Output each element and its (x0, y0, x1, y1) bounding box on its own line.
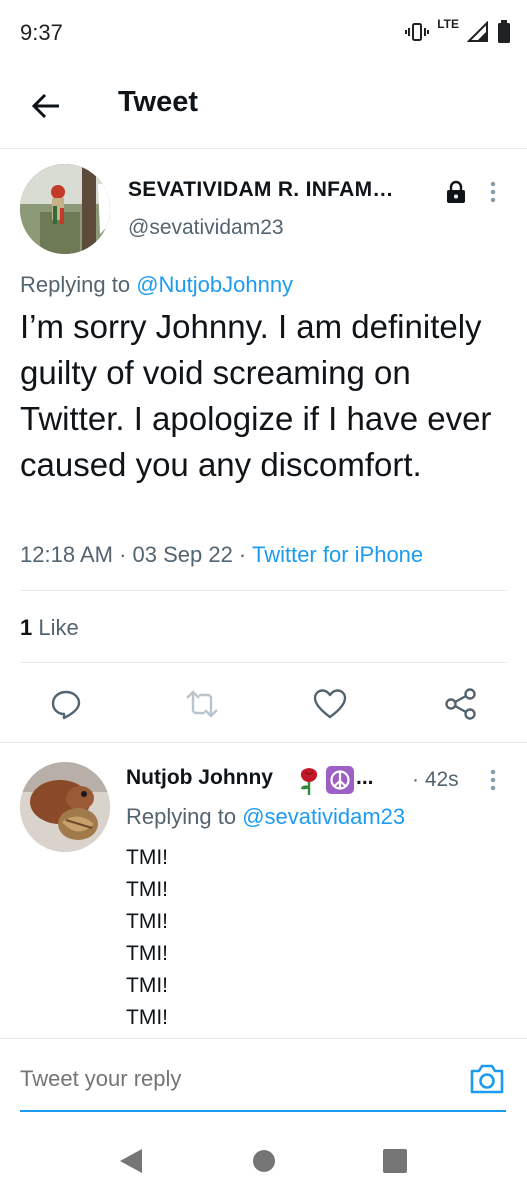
composer-underline (20, 1110, 506, 1112)
reply-timestamp: · 42s (412, 768, 459, 791)
reply-text-line: TMI! (126, 910, 168, 933)
retweet-icon (186, 690, 218, 718)
battery-icon (497, 20, 511, 44)
author-handle[interactable]: @sevatividam23 (128, 216, 284, 240)
camera-button[interactable] (468, 1062, 506, 1096)
tweet-text: I’m sorry Johnny. I am definitely guilty… (20, 308, 492, 483)
replying-to-label: Replying to (126, 804, 243, 829)
signal-icon (467, 21, 489, 43)
back-arrow-icon (31, 93, 59, 119)
reply-text: TMI! TMI! TMI! TMI! TMI! TMI! (126, 842, 168, 1034)
likes-divider (20, 662, 507, 663)
square-recents-icon (383, 1149, 407, 1173)
likes-label: Like (32, 615, 79, 640)
reply-author-avatar[interactable] (20, 762, 110, 852)
reply-text-line: TMI! (126, 942, 168, 965)
reply-input[interactable] (20, 1066, 440, 1092)
tweet-meta: 12:18 AM · 03 Sep 22 · Twitter for iPhon… (20, 542, 423, 568)
reply-text-line: TMI! (126, 974, 168, 997)
rose-emoji-icon (296, 766, 322, 801)
more-vertical-icon (490, 769, 496, 791)
composer-divider (0, 1038, 527, 1039)
meta-divider (20, 590, 507, 591)
reply-button[interactable] (48, 686, 84, 722)
tweet-source-link[interactable]: Twitter for iPhone (252, 542, 423, 567)
reply-text-line: TMI! (126, 878, 168, 901)
status-time: 9:37 (20, 20, 63, 45)
reply-replying-to: Replying to @sevatividam23 (126, 804, 405, 830)
share-button[interactable] (443, 686, 479, 722)
reply-composer (0, 1040, 527, 1114)
status-icons: LTE (405, 16, 511, 48)
page-title: Tweet (118, 86, 199, 118)
author-name[interactable]: SEVATIVIDAM R. INFAM… (128, 178, 394, 202)
reply-author-name[interactable]: Nutjob Johnny (126, 766, 273, 790)
back-button[interactable] (26, 86, 66, 126)
replying-to-mention[interactable]: @NutjobJohnny (136, 272, 293, 297)
nav-back-button[interactable] (116, 1146, 146, 1176)
likes-row[interactable]: 1 Like (20, 615, 79, 641)
header-divider (0, 148, 527, 149)
camera-icon (470, 1064, 504, 1094)
network-label: LTE (437, 17, 459, 31)
actions-divider (0, 742, 527, 743)
retweet-button[interactable] (184, 686, 220, 722)
lock-icon (444, 180, 468, 209)
system-nav-bar (0, 1120, 527, 1200)
author-avatar[interactable] (20, 164, 110, 254)
more-vertical-icon (490, 181, 496, 203)
nav-recents-button[interactable] (380, 1146, 410, 1176)
avatar-image (20, 762, 110, 852)
replying-to: Replying to @NutjobJohnny (20, 272, 293, 298)
like-button[interactable] (312, 686, 348, 722)
status-bar: 9:37 LTE (0, 0, 527, 66)
share-icon (445, 688, 476, 720)
more-options-button[interactable] (486, 178, 500, 206)
reply-more-options-button[interactable] (486, 766, 500, 794)
reply-text-line: TMI! (126, 846, 168, 869)
nav-home-button[interactable] (249, 1146, 279, 1176)
peace-emoji-icon (326, 766, 354, 794)
app-header: Tweet (0, 66, 527, 146)
name-ellipsis: ... (356, 766, 374, 789)
avatar-image (20, 164, 110, 254)
tweet-actions (0, 682, 527, 726)
circle-home-icon (253, 1150, 275, 1172)
vibrate-icon (405, 22, 430, 42)
replying-to-label: Replying to (20, 272, 137, 297)
reply-text-line: TMI! (126, 1006, 168, 1029)
likes-count: 1 (20, 615, 33, 640)
like-icon (313, 689, 347, 719)
reply-icon (51, 690, 81, 720)
replying-to-mention[interactable]: @sevatividam23 (242, 804, 405, 829)
tweet-timestamp: 12:18 AM · 03 Sep 22 · (20, 542, 252, 567)
triangle-back-icon (120, 1149, 142, 1173)
